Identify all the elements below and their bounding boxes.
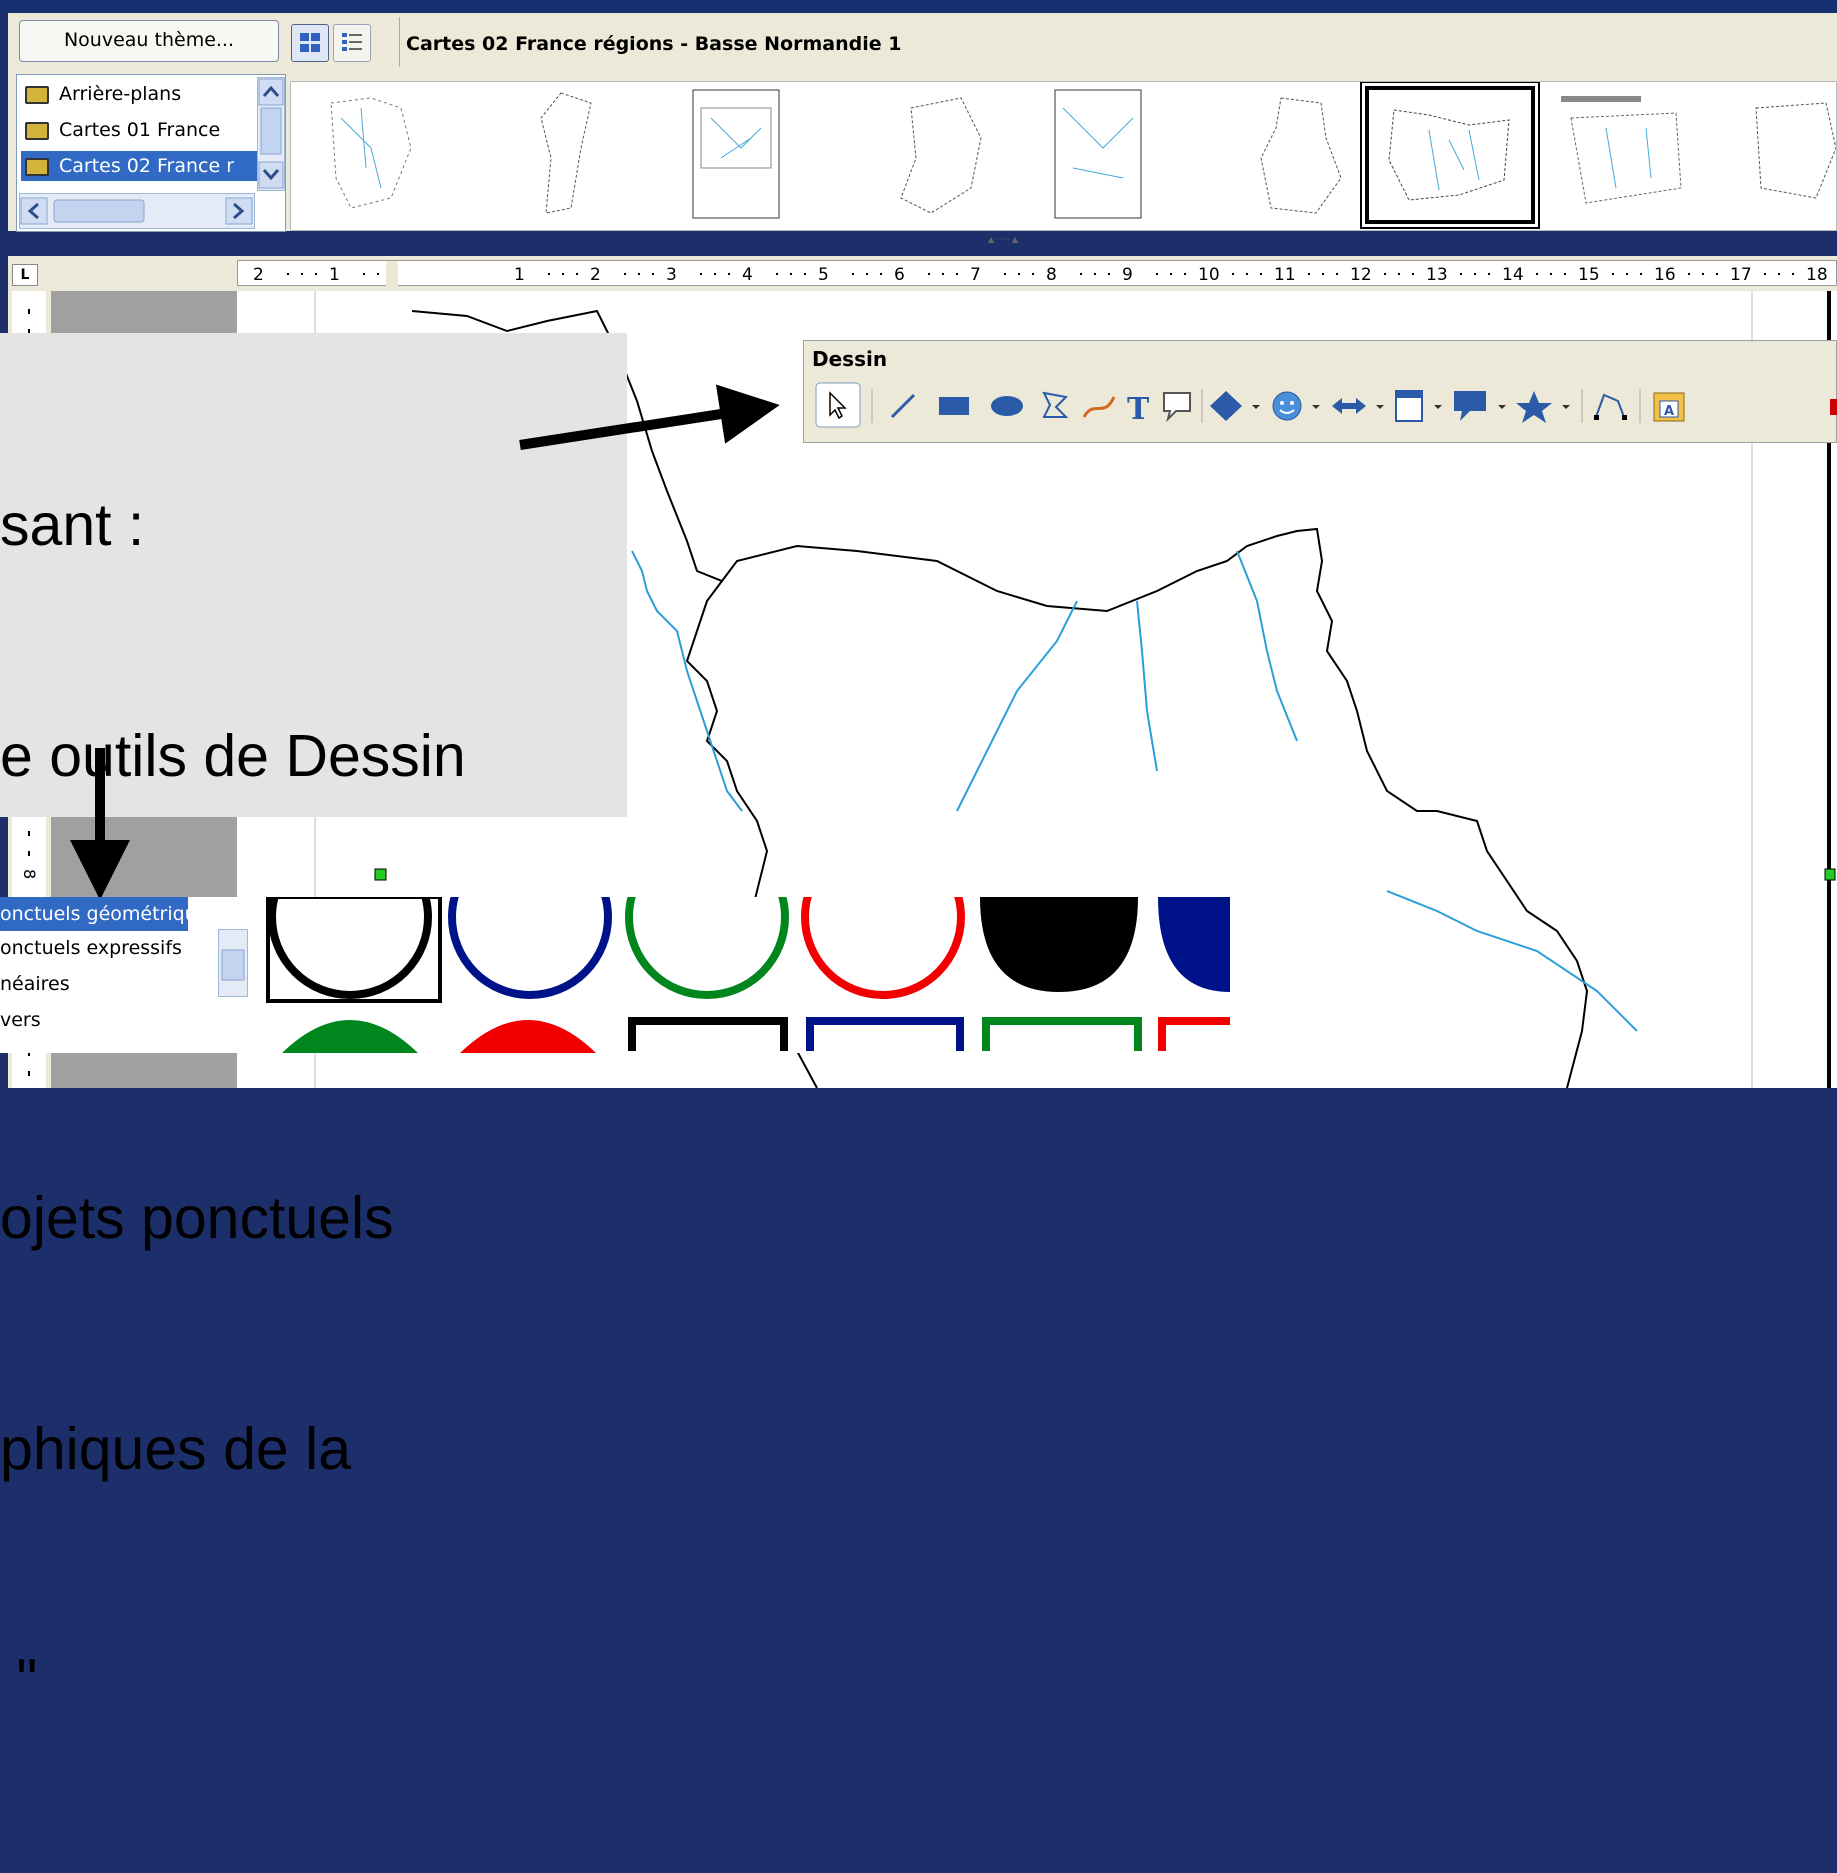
stars-icon: [1516, 391, 1552, 423]
callout-line: ojets ponctuels: [0, 1185, 394, 1251]
polygon-icon: [1042, 391, 1069, 418]
symbol-green-circle: [625, 897, 789, 999]
bottom-list-item-selected[interactable]: onctuels géométriques: [0, 897, 188, 931]
drawing-toolbar[interactable]: Dessin T A: [803, 340, 1837, 443]
symbol-thumbnails[interactable]: [250, 897, 1230, 1053]
symbol-red-disc: [460, 1020, 596, 1053]
symbol-green-square: [982, 1017, 1142, 1051]
bottom-gallery-panel: onctuels géométriques onctuels expressif…: [0, 897, 1230, 1053]
points-icon: [1595, 393, 1625, 418]
symbol-black-disc: [980, 897, 1138, 992]
symbol-blue-square: [806, 1017, 964, 1051]
ellipse-icon: [991, 396, 1023, 416]
bottom-list-item[interactable]: onctuels expressifs: [0, 931, 188, 965]
symbol-blue-disc: [1158, 897, 1230, 992]
symbol-green-disc: [282, 1020, 418, 1053]
bottom-list-scrollbar[interactable]: [218, 929, 248, 997]
block-arrows-icon: [1332, 398, 1366, 414]
symbol-red-square: [1158, 1017, 1230, 1051]
symbol-selected-frame: [266, 897, 442, 1003]
symbol-shapes-icon: [1272, 391, 1302, 421]
symbol-red-circle: [801, 897, 965, 999]
symbol-black-square: [628, 1017, 788, 1051]
bottom-list-item[interactable]: vers: [0, 1003, 188, 1037]
symbol-blue-circle: [448, 897, 612, 999]
toolbar-title: Dessin: [812, 347, 888, 371]
callout-line: ": [0, 1647, 38, 1713]
text-icon: T: [1127, 392, 1150, 427]
bottom-list-item[interactable]: néaires: [0, 967, 188, 1001]
basic-shapes-icon: [1210, 391, 1242, 421]
bottom-theme-list[interactable]: onctuels géométriques onctuels expressif…: [0, 897, 248, 1053]
callout-icon: [1163, 392, 1191, 423]
svg-text:A: A: [1664, 404, 1674, 419]
line-icon: [890, 393, 916, 419]
arrow-to-toolbar: [519, 384, 780, 450]
list-footer: [0, 1039, 215, 1053]
callout-line: phiques de la: [0, 1416, 352, 1482]
callouts-icon: [1454, 391, 1486, 421]
freeform-icon: [1082, 396, 1116, 418]
rectangle-icon: [939, 397, 969, 415]
drawing-tools[interactable]: T A: [804, 379, 1837, 439]
symbol-black-circle: [268, 897, 432, 999]
